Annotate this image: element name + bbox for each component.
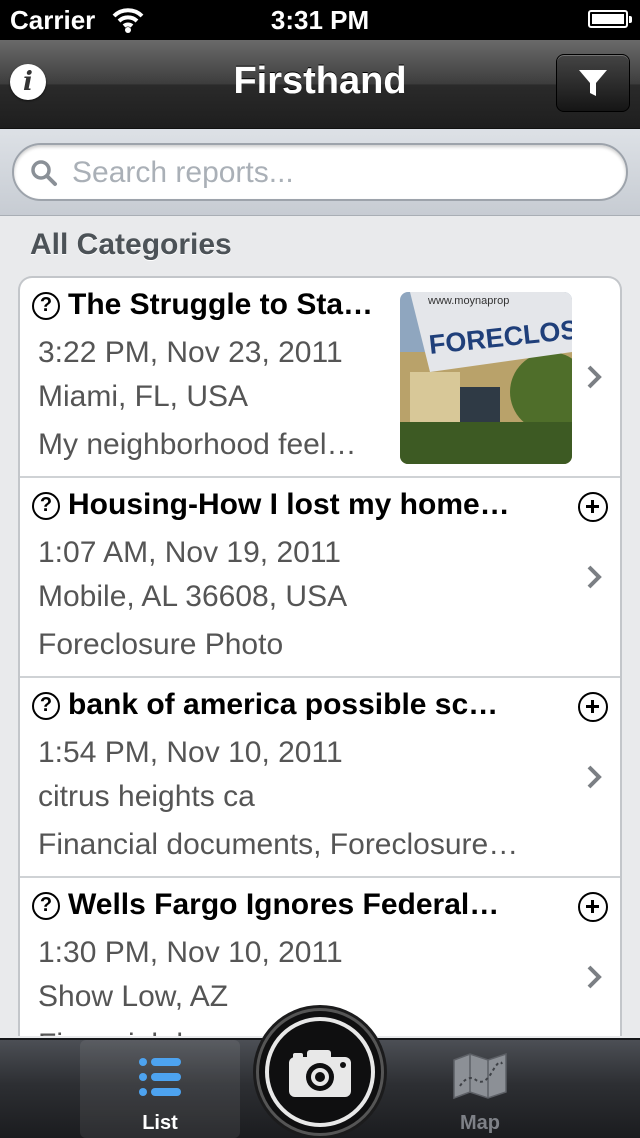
search-input[interactable]: [70, 153, 594, 193]
filter-icon: [579, 70, 607, 96]
report-title: Wells Fargo Ignores Federal…: [68, 888, 500, 921]
report-time: 1:30 PM, Nov 10, 2011: [38, 936, 343, 969]
tab-list[interactable]: List: [80, 1040, 240, 1138]
app-title: Firsthand: [233, 60, 407, 102]
status-time: 3:31 PM: [270, 5, 370, 35]
status-bar: Carrier 3:31 PM: [0, 0, 640, 40]
report-time: 3:22 PM, Nov 23, 2011: [38, 336, 343, 369]
question-icon: ?: [32, 892, 60, 920]
search-icon: [31, 160, 57, 186]
report-time: 1:07 AM, Nov 19, 2011: [38, 536, 341, 569]
tab-map[interactable]: Map: [400, 1040, 560, 1138]
report-time: 1:54 PM, Nov 10, 2011: [38, 736, 343, 769]
report-row[interactable]: ? bank of america possible sc… 1:54 PM, …: [20, 678, 620, 878]
search-bar: [0, 129, 640, 216]
report-title: Housing-How I lost my home…: [68, 488, 510, 521]
tab-map-label: Map: [460, 1112, 500, 1134]
tab-list-label: List: [142, 1112, 178, 1134]
thumbnail-sign-url: www.moynaprop: [427, 295, 509, 307]
report-thumbnail[interactable]: www.moynaprop FORECLOSUR: [400, 292, 572, 464]
report-location: citrus heights ca: [38, 780, 255, 813]
question-icon: ?: [32, 492, 60, 520]
map-icon: [453, 1052, 507, 1100]
report-row[interactable]: ? The Struggle to Sta… 3:22 PM, Nov 23, …: [20, 278, 620, 478]
camera-icon: [289, 1050, 351, 1097]
question-icon: ?: [32, 292, 60, 320]
report-title: bank of america possible sc…: [68, 688, 499, 721]
battery-icon: [588, 10, 632, 28]
section-header: All Categories: [30, 228, 232, 261]
report-location: Miami, FL, USA: [38, 380, 249, 413]
report-summary: Financial docum…: [38, 1028, 286, 1036]
add-icon[interactable]: [578, 892, 608, 922]
report-location: Show Low, AZ: [38, 980, 229, 1013]
report-row[interactable]: ? Housing-How I lost my home… 1:07 AM, N…: [20, 478, 620, 678]
report-summary: Foreclosure Photo: [38, 628, 284, 661]
chevron-right-icon: [587, 365, 602, 389]
report-location: Mobile, AL 36608, USA: [38, 580, 348, 613]
search-field[interactable]: [12, 143, 628, 201]
reports-list[interactable]: ? The Struggle to Sta… 3:22 PM, Nov 23, …: [18, 276, 622, 1036]
filter-button[interactable]: [556, 54, 630, 112]
add-icon[interactable]: [578, 692, 608, 722]
add-icon[interactable]: [578, 492, 608, 522]
list-icon: [139, 1058, 181, 1096]
report-summary: My neighborhood feel…: [38, 428, 357, 461]
camera-button[interactable]: [256, 1008, 384, 1136]
report-title: The Struggle to Sta…: [68, 288, 374, 321]
question-icon: ?: [32, 692, 60, 720]
chevron-right-icon: [587, 965, 602, 989]
report-summary: Financial documents, Foreclosure…: [38, 828, 519, 861]
chevron-right-icon: [587, 565, 602, 589]
navigation-bar: i Firsthand: [0, 40, 640, 129]
chevron-right-icon: [587, 765, 602, 789]
